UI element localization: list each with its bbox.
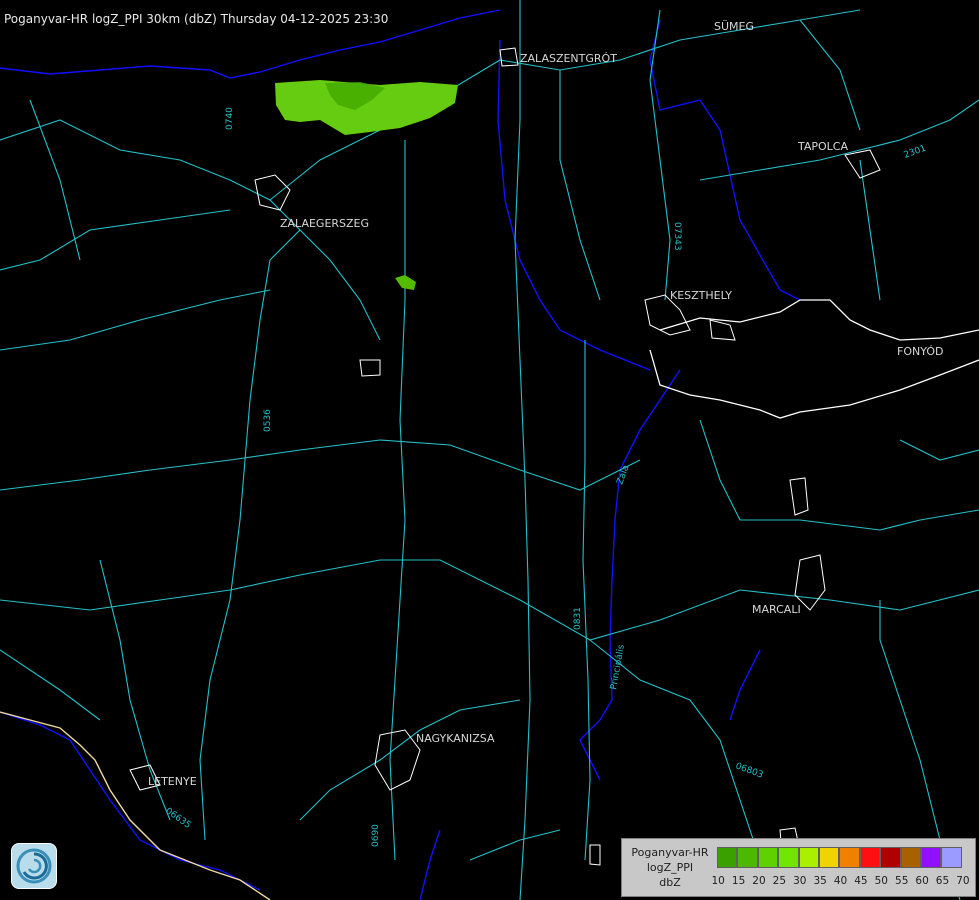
- echo-area-small: [395, 275, 416, 290]
- road-label-07343: 07343: [672, 222, 682, 251]
- radar-map: SÜMEG ZALASZENTGRÓT TAPOLCA ZALAEGERSZEG…: [0, 0, 979, 900]
- city-zalaegerszeg: ZALAEGERSZEG: [280, 217, 369, 230]
- city-tapolca: TAPOLCA: [797, 140, 848, 153]
- legend-text: Poganyvar-HR logZ_PPI dbZ: [626, 845, 714, 890]
- rivers: [0, 9, 801, 900]
- city-sumeg: SÜMEG: [714, 20, 754, 33]
- road-label-0831: 0831: [573, 607, 583, 630]
- legend-scale-label: 30: [793, 875, 807, 887]
- radar-logo-icon: [11, 843, 57, 889]
- dbz-legend: Poganyvar-HR logZ_PPI dbZ 10 15 20 25 30 35 40…: [621, 838, 976, 897]
- radar-echoes: [275, 80, 458, 290]
- city-keszthely: KESZTHELY: [670, 289, 732, 302]
- legend-scale-label: 60: [915, 875, 929, 887]
- legend-swatch: [798, 847, 819, 868]
- legend-scale-label: 25: [772, 875, 787, 887]
- legend-swatch: [717, 847, 738, 868]
- legend-scale-label: 50: [874, 875, 888, 887]
- legend-scale-label: 45: [854, 875, 868, 887]
- road-label-06803: 06803: [734, 761, 764, 780]
- legend-swatch: [880, 847, 901, 868]
- roads: [0, 0, 979, 900]
- legend-swatch: [839, 847, 860, 868]
- city-nagykanizsa: NAGYKANIZSA: [416, 732, 495, 745]
- city-zalaszentgrot: ZALASZENTGRÓT: [520, 52, 617, 65]
- legend-scale-label: 70: [956, 875, 970, 887]
- road-label-06635: 06635: [163, 806, 192, 831]
- legend-scale-label: 20: [752, 875, 766, 887]
- road-labels: 0740 07343 0536 0831 06803 0690 06635 23…: [163, 107, 927, 847]
- road-label-0690: 0690: [371, 824, 381, 847]
- legend-swatch: [818, 847, 840, 868]
- city-letenye: LETENYE: [148, 775, 197, 788]
- legend-scale-label: 10: [711, 875, 725, 887]
- legend-swatch: [737, 847, 758, 868]
- road-label-0536: 0536: [263, 409, 273, 432]
- map-title: Poganyvar-HR logZ_PPI 30km (dbZ) Thursda…: [4, 12, 389, 26]
- legend-scale-label: 65: [935, 875, 950, 887]
- legend-scale-label: 15: [731, 875, 746, 887]
- legend-product: logZ_PPI: [646, 861, 694, 874]
- legend-unit: dbZ: [659, 876, 681, 889]
- legend-swatch: [859, 847, 881, 868]
- legend-scale-label: 35: [813, 875, 827, 887]
- legend-scale-label: 40: [833, 875, 848, 887]
- legend-swatch: [757, 847, 779, 868]
- river-label-zala: Zala: [615, 464, 631, 486]
- legend-scale-label: 55: [895, 875, 909, 887]
- city-labels: SÜMEG ZALASZENTGRÓT TAPOLCA ZALAEGERSZEG…: [148, 20, 943, 788]
- legend-station: Poganyvar-HR: [631, 846, 709, 859]
- road-label-2301: 2301: [903, 144, 928, 161]
- legend-swatch: [920, 847, 942, 868]
- legend-scale-labels: 10 15 20 25 30 35 40 45 50 55 60 65 70: [708, 875, 973, 887]
- legend-swatches: [717, 847, 962, 868]
- city-fonyod: FONYÓD: [897, 345, 943, 358]
- legend-swatch: [778, 847, 799, 868]
- city-marcali: MARCALI: [752, 603, 801, 616]
- road-label-0740: 0740: [225, 107, 235, 130]
- legend-swatch: [941, 847, 962, 868]
- legend-swatch: [900, 847, 921, 868]
- settlements: [129, 47, 881, 866]
- lake-balaton: [649, 299, 979, 419]
